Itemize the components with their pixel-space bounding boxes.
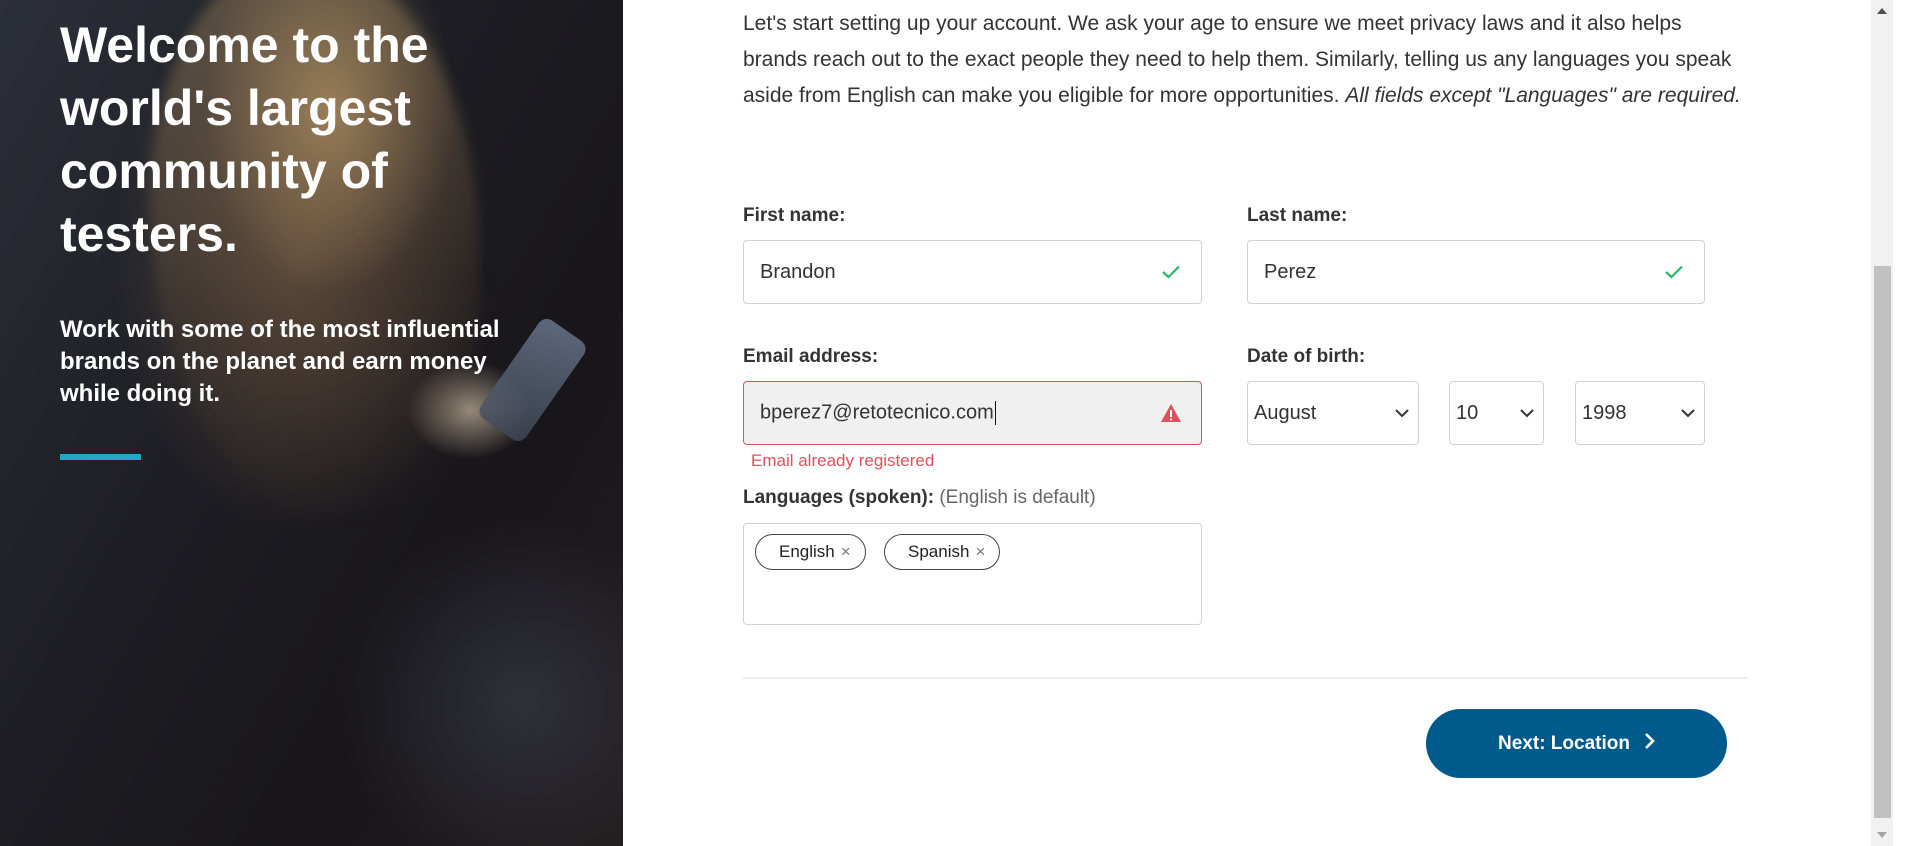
hero-title: Welcome to the world's largest community… bbox=[60, 17, 429, 262]
form-divider bbox=[743, 677, 1748, 679]
language-chip-spanish[interactable]: Spanish × bbox=[884, 534, 1001, 570]
languages-input[interactable]: English × Spanish × bbox=[743, 523, 1202, 625]
close-icon[interactable]: × bbox=[841, 542, 851, 562]
chevron-right-icon bbox=[1644, 732, 1655, 756]
page-scrollbar[interactable] bbox=[1871, 0, 1893, 846]
hero-panel: Welcome to the world's largest community… bbox=[0, 0, 623, 846]
chevron-down-icon bbox=[1386, 408, 1418, 418]
language-chip-label: English bbox=[779, 542, 835, 561]
first-name-field[interactable]: Brandon bbox=[743, 240, 1202, 304]
warning-icon bbox=[1141, 403, 1201, 423]
last-name-field[interactable]: Perez bbox=[1247, 240, 1705, 304]
dob-month-value: August bbox=[1254, 401, 1317, 424]
hero-accent-rule bbox=[60, 454, 141, 460]
chevron-down-icon bbox=[1672, 408, 1704, 418]
window-gutter bbox=[1893, 0, 1920, 846]
first-name-label: First name: bbox=[743, 205, 846, 226]
last-name-label: Last name: bbox=[1247, 205, 1348, 226]
text-caret bbox=[994, 401, 996, 425]
close-icon[interactable]: × bbox=[975, 542, 985, 562]
check-icon bbox=[1644, 265, 1704, 279]
email-label: Email address: bbox=[743, 346, 879, 367]
next-button-label: Next: Location bbox=[1498, 732, 1630, 754]
scroll-up-arrow-icon[interactable] bbox=[1871, 0, 1893, 22]
dob-label: Date of birth: bbox=[1247, 346, 1366, 367]
email-text: bperez7@retotecnico.com bbox=[760, 401, 994, 424]
language-chip-english[interactable]: English × bbox=[755, 534, 866, 570]
next-location-button[interactable]: Next: Location bbox=[1426, 709, 1727, 778]
hero-subtitle: Work with some of the most influential b… bbox=[60, 316, 500, 407]
first-name-value: Brandon bbox=[760, 260, 836, 283]
language-chip-label: Spanish bbox=[908, 542, 970, 561]
intro-text: Let's start setting up your account. We … bbox=[743, 6, 1743, 114]
scroll-down-arrow-icon[interactable] bbox=[1871, 824, 1893, 846]
required-note: All fields except "Languages" are requir… bbox=[1345, 84, 1741, 107]
email-field[interactable]: bperez7@retotecnico.com bbox=[743, 381, 1202, 445]
dob-month-select[interactable]: August bbox=[1247, 381, 1419, 445]
dob-year-select[interactable]: 1998 bbox=[1575, 381, 1705, 445]
email-value: bperez7@retotecnico.com bbox=[760, 401, 1141, 425]
dob-year-value: 1998 bbox=[1582, 401, 1627, 424]
dob-day-select[interactable]: 10 bbox=[1449, 381, 1544, 445]
email-error-message: Email already registered bbox=[751, 451, 935, 470]
check-icon bbox=[1141, 265, 1201, 279]
languages-hint: (English is default) bbox=[939, 487, 1096, 508]
languages-label-text: Languages (spoken): bbox=[743, 487, 935, 508]
chevron-down-icon bbox=[1511, 408, 1543, 418]
last-name-value: Perez bbox=[1264, 260, 1317, 283]
languages-label: Languages (spoken): (English is default) bbox=[743, 487, 1096, 509]
dob-day-value: 10 bbox=[1456, 401, 1479, 424]
scrollbar-thumb[interactable] bbox=[1874, 266, 1891, 818]
